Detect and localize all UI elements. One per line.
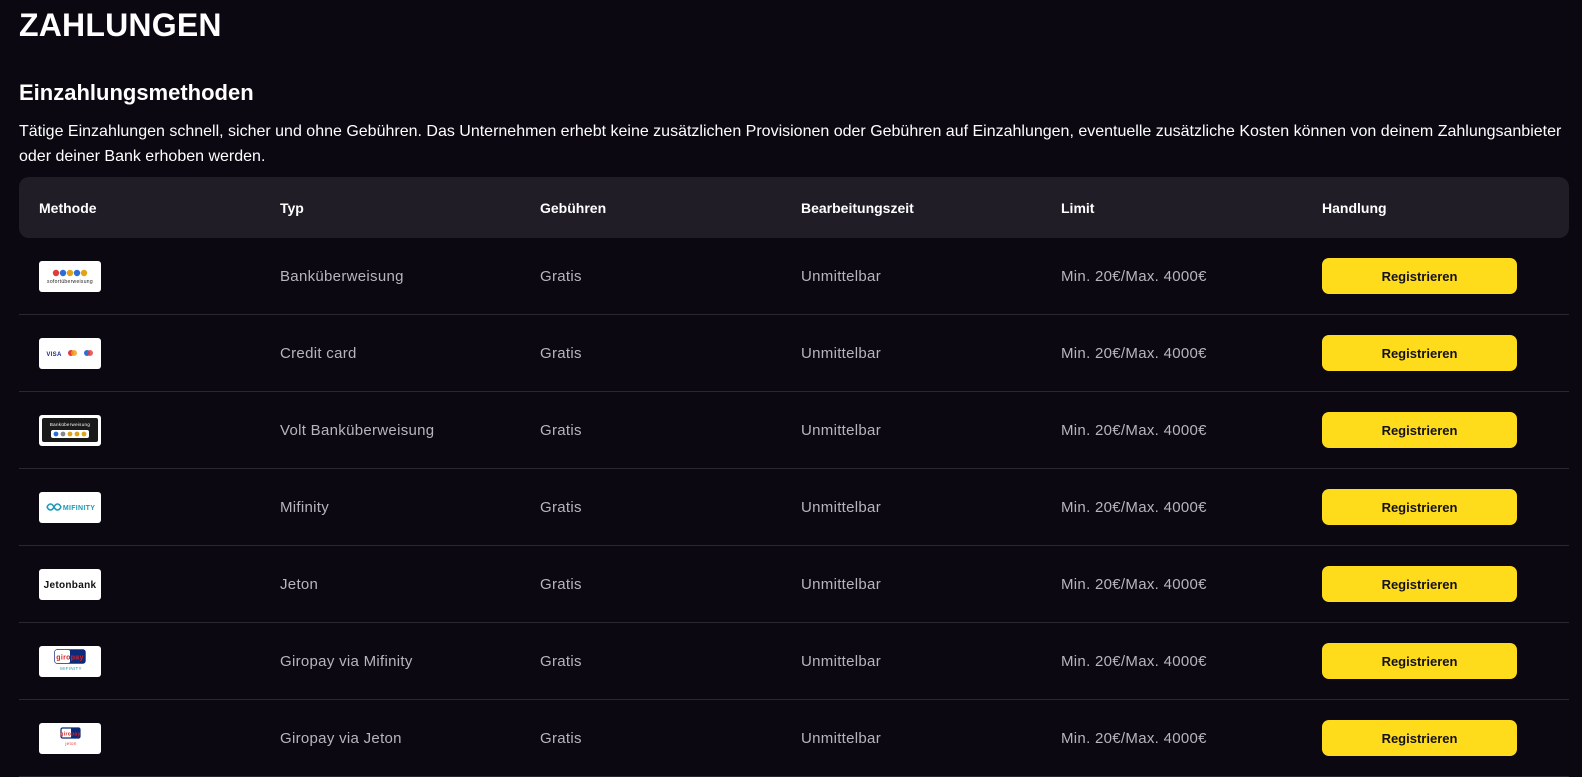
table-row: MIFINITY Mifinity Gratis Unmittelbar Min… — [19, 469, 1569, 546]
giropay-mifinity-logo: giropay MIFINITY — [39, 645, 101, 677]
cell-type: Giropay via Jeton — [280, 729, 402, 747]
svg-text:jeton: jeton — [64, 741, 76, 746]
svg-text:giropay: giropay — [56, 655, 83, 662]
cell-fee: Gratis — [540, 421, 582, 439]
cell-time: Unmittelbar — [801, 729, 881, 747]
payments-page: ZAHLUNGEN Einzahlungsmethoden Tätige Ein… — [0, 0, 1582, 777]
cell-limit: Min. 20€/Max. 4000€ — [1061, 267, 1207, 285]
svg-text:MIFINITY: MIFINITY — [60, 666, 82, 671]
cell-type: Credit card — [280, 344, 357, 362]
svg-text:Banküberweisung: Banküberweisung — [50, 422, 90, 427]
table-row: VISA Credit card Gratis Unmittelbar Min.… — [19, 315, 1569, 392]
cell-limit: Min. 20€/Max. 4000€ — [1061, 498, 1207, 516]
svg-text:giropay: giropay — [60, 732, 80, 738]
table-row: giropay MIFINITY Giropay via Mifinity Gr… — [19, 623, 1569, 700]
cell-fee: Gratis — [540, 267, 582, 285]
credit-card-logos: VISA — [39, 337, 101, 369]
cell-time: Unmittelbar — [801, 421, 881, 439]
header-type: Typ — [280, 199, 304, 216]
svg-text:Jetonbank: Jetonbank — [44, 580, 97, 591]
table-row: sofortüberweisung Banküberweisung Gratis… — [19, 238, 1569, 315]
cell-fee: Gratis — [540, 575, 582, 593]
cell-limit: Min. 20€/Max. 4000€ — [1061, 575, 1207, 593]
cell-fee: Gratis — [540, 498, 582, 516]
cell-limit: Min. 20€/Max. 4000€ — [1061, 344, 1207, 362]
register-button[interactable]: Registrieren — [1322, 643, 1517, 679]
register-button[interactable]: Registrieren — [1322, 566, 1517, 602]
cell-fee: Gratis — [540, 652, 582, 670]
cell-time: Unmittelbar — [801, 344, 881, 362]
cell-type: Mifinity — [280, 498, 330, 516]
cell-fee: Gratis — [540, 729, 582, 747]
cell-limit: Min. 20€/Max. 4000€ — [1061, 421, 1207, 439]
register-button[interactable]: Registrieren — [1322, 258, 1517, 294]
cell-time: Unmittelbar — [801, 575, 881, 593]
table-header: Methode Typ Gebühren Bearbeitungszeit Li… — [19, 177, 1569, 238]
header-fees: Gebühren — [540, 199, 607, 216]
jetonbank-logo: Jetonbank — [39, 568, 101, 600]
giropay-jeton-logo: giropay jeton — [39, 722, 101, 754]
cell-time: Unmittelbar — [801, 267, 881, 285]
cell-limit: Min. 20€/Max. 4000€ — [1061, 652, 1207, 670]
sofortueberweisung-logo: sofortüberweisung — [39, 260, 101, 292]
header-action: Handlung — [1322, 199, 1387, 216]
table-row: giropay jeton Giropay via Jeton Gratis U… — [19, 700, 1569, 777]
cell-type: Giropay via Mifinity — [280, 652, 413, 670]
mifinity-logo: MIFINITY — [39, 491, 101, 523]
deposit-methods-table: Methode Typ Gebühren Bearbeitungszeit Li… — [19, 177, 1569, 777]
header-processing-time: Bearbeitungszeit — [801, 199, 914, 216]
header-method: Methode — [39, 199, 97, 216]
page-title: ZAHLUNGEN — [19, 7, 222, 43]
svg-text:sofortüberweisung: sofortüberweisung — [47, 279, 93, 285]
volt-logo: Banküberweisung — [39, 414, 101, 446]
intro-text: Tätige Einzahlungen schnell, sicher und … — [19, 123, 1562, 165]
table-row: Banküberweisung Volt Banküberweisung Gra… — [19, 392, 1569, 469]
table-row: Jetonbank Jeton Gratis Unmittelbar Min. … — [19, 546, 1569, 623]
section-title: Einzahlungsmethoden — [19, 80, 254, 105]
register-button[interactable]: Registrieren — [1322, 335, 1517, 371]
register-button[interactable]: Registrieren — [1322, 489, 1517, 525]
svg-text:MIFINITY: MIFINITY — [63, 505, 95, 512]
cell-type: Volt Banküberweisung — [280, 421, 435, 439]
register-button[interactable]: Registrieren — [1322, 412, 1517, 448]
cell-type: Jeton — [280, 575, 319, 593]
cell-time: Unmittelbar — [801, 498, 881, 516]
svg-text:VISA: VISA — [46, 352, 62, 358]
cell-limit: Min. 20€/Max. 4000€ — [1061, 729, 1207, 747]
header-limit: Limit — [1061, 199, 1095, 216]
register-button[interactable]: Registrieren — [1322, 720, 1517, 756]
cell-type: Banküberweisung — [280, 267, 404, 285]
cell-fee: Gratis — [540, 344, 582, 362]
cell-time: Unmittelbar — [801, 652, 881, 670]
